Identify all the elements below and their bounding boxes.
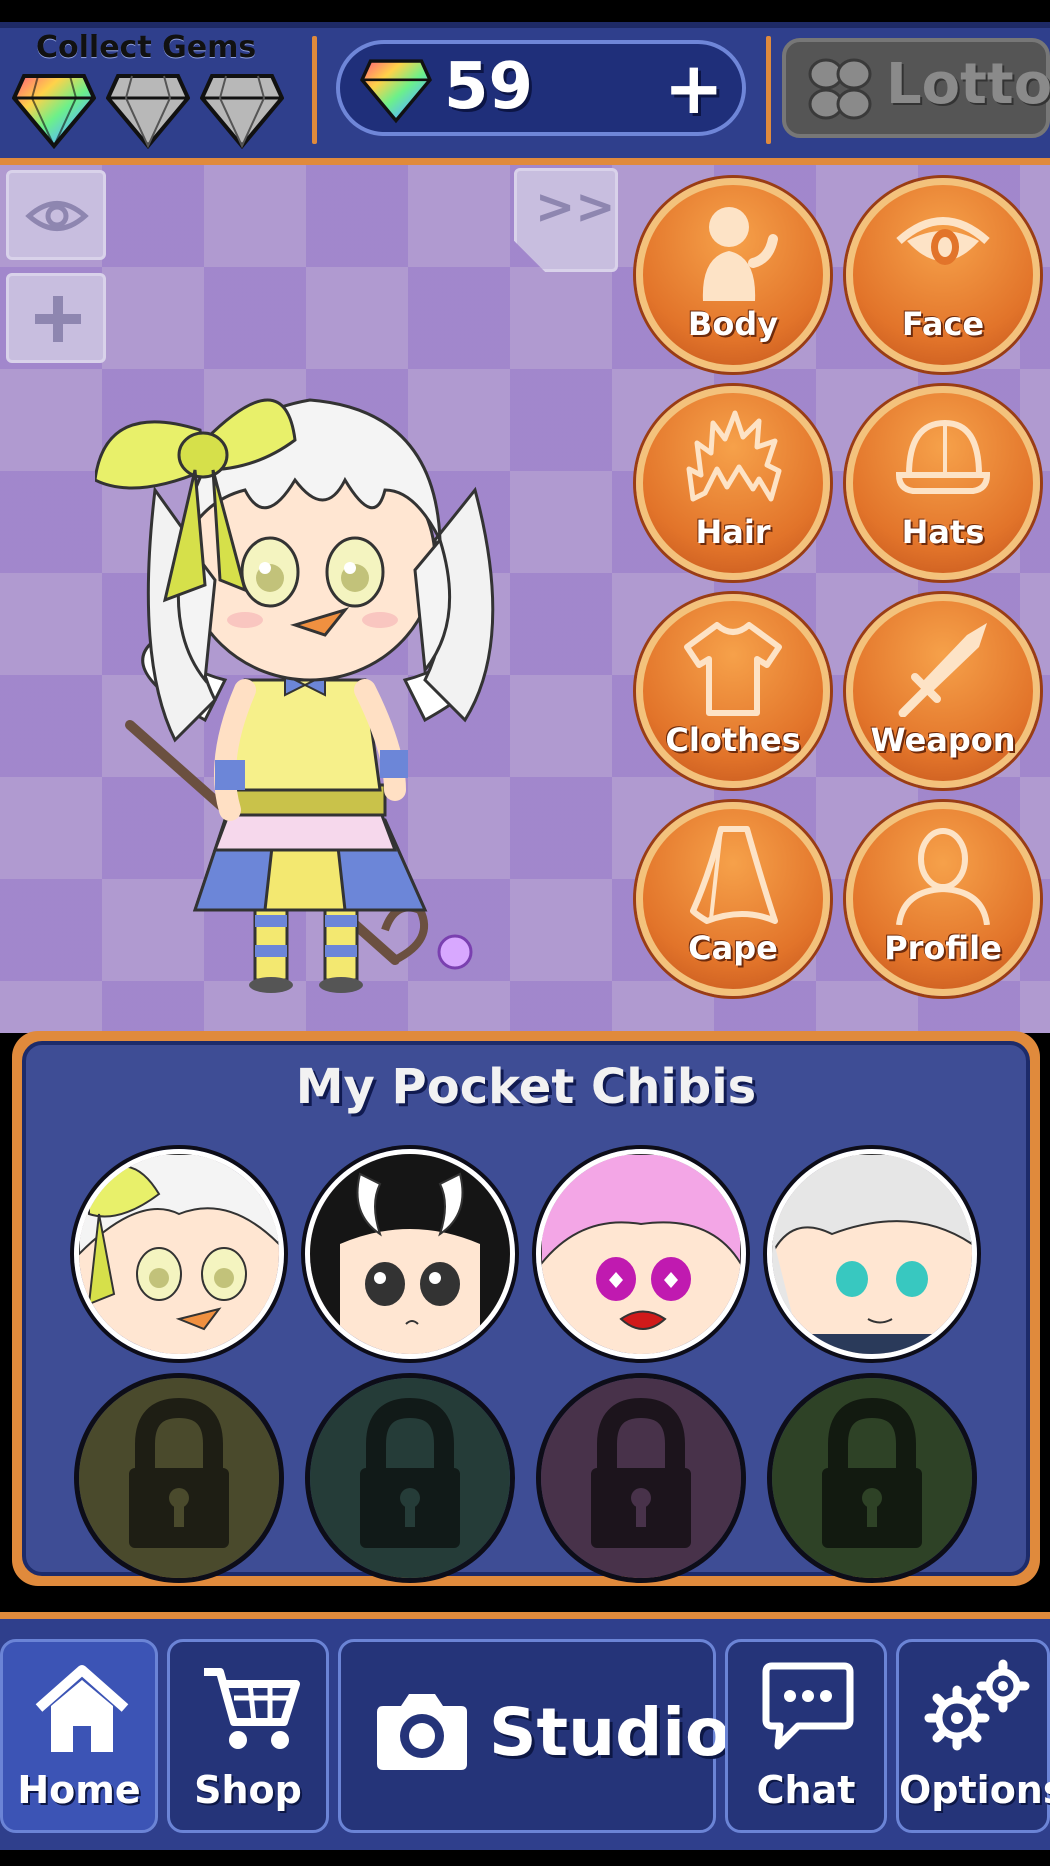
category-hats-button[interactable]: Hats [846, 386, 1040, 580]
locked-slot-1[interactable] [74, 1373, 284, 1583]
category-cape-label: Cape [688, 929, 778, 967]
nav-shop-label: Shop [194, 1768, 302, 1812]
chat-icon [762, 1662, 854, 1750]
category-body-label: Body [687, 305, 779, 343]
rainbow-gem-icon [360, 59, 432, 124]
system-strip [0, 1850, 1050, 1866]
cap-icon [895, 419, 991, 494]
nav-options-label: Options [899, 1768, 1050, 1812]
nav-shop-button[interactable]: Shop [167, 1639, 329, 1833]
category-hats-label: Hats [901, 513, 985, 551]
add-gems-button[interactable]: + [664, 46, 724, 130]
locked-slot-2[interactable] [305, 1373, 515, 1583]
add-character-button[interactable] [6, 273, 106, 363]
expand-label: >> [535, 179, 616, 235]
nav-studio-label: Studio [489, 1694, 731, 1771]
sword-icon [898, 623, 987, 717]
chibi-slot-4[interactable] [767, 1149, 977, 1359]
eye-icon [896, 217, 990, 265]
profile-icon [896, 828, 990, 925]
chibis-panel: My Pocket Chibis [12, 1031, 1040, 1586]
body-icon [702, 207, 778, 301]
chibi-slot-1[interactable] [74, 1149, 284, 1359]
category-face-label: Face [901, 305, 985, 343]
eye-icon [25, 201, 89, 231]
chibis-panel-body: My Pocket Chibis [22, 1041, 1030, 1583]
chibi-avatar [79, 1154, 279, 1354]
category-weapon-button[interactable]: Weapon [846, 594, 1040, 788]
category-face-button[interactable]: Face [846, 178, 1040, 372]
category-cape-button[interactable]: Cape [636, 802, 830, 996]
category-hair-label: Hair [695, 513, 771, 551]
nav-options-button[interactable]: Options [896, 1639, 1050, 1833]
chibi-avatar [541, 1154, 741, 1354]
rainbow-gem-icon [12, 74, 96, 150]
nav-studio-button[interactable]: Studio [338, 1639, 730, 1833]
hair-icon [686, 410, 782, 502]
expand-button[interactable]: >> [514, 168, 618, 272]
toggle-view-button[interactable] [6, 170, 106, 260]
gem-count: 59 [444, 50, 534, 124]
chibi-avatar [772, 1154, 972, 1354]
category-profile-button[interactable]: Profile [846, 802, 1040, 996]
chibi-slot-3[interactable] [536, 1149, 746, 1359]
gears-icon [924, 1659, 1030, 1751]
chibi-character[interactable] [95, 340, 555, 1020]
chibi-avatar [310, 1154, 510, 1354]
lock-icon [541, 1378, 741, 1578]
grey-gem-icon [200, 74, 284, 150]
shirt-icon [684, 622, 782, 716]
grey-gem-icon [106, 74, 190, 150]
chibi-slot-2[interactable] [305, 1149, 515, 1359]
divider [312, 36, 317, 144]
cape-icon [690, 826, 778, 924]
plus-icon [35, 296, 81, 342]
collect-gems-label: Collect Gems [36, 30, 257, 65]
panel-title: My Pocket Chibis [295, 1059, 757, 1115]
locked-slot-3[interactable] [536, 1373, 746, 1583]
cart-icon [204, 1668, 300, 1749]
lock-icon [310, 1378, 510, 1578]
lotto-button[interactable]: Lotto [782, 38, 1050, 138]
camera-icon [377, 1694, 467, 1770]
nav-chat-label: Chat [756, 1768, 856, 1812]
divider [766, 36, 771, 144]
lotto-label: Lotto [886, 52, 1050, 117]
nav-home-label: Home [17, 1768, 141, 1812]
gem-counter: 59 + [336, 40, 746, 136]
category-body-button[interactable]: Body [636, 178, 830, 372]
nav-chat-button[interactable]: Chat [725, 1639, 887, 1833]
lock-icon [772, 1378, 972, 1578]
nav-home-button[interactable]: Home [0, 1639, 158, 1833]
bottom-nav: Home Shop Studio Chat Options [0, 1612, 1050, 1857]
lock-icon [79, 1378, 279, 1578]
category-weapon-label: Weapon [870, 721, 1016, 759]
character-stage: >> Body Face Hair Hats Clothes Weapon Ca… [0, 165, 1050, 1033]
locked-slot-4[interactable] [767, 1373, 977, 1583]
category-clothes-button[interactable]: Clothes [636, 594, 830, 788]
category-clothes-label: Clothes [665, 721, 801, 759]
category-hair-button[interactable]: Hair [636, 386, 830, 580]
home-icon [35, 1665, 129, 1752]
top-bar: Collect Gems 59 + Lotto [0, 22, 1050, 165]
clover-icon [808, 58, 872, 120]
category-profile-label: Profile [884, 929, 1002, 967]
